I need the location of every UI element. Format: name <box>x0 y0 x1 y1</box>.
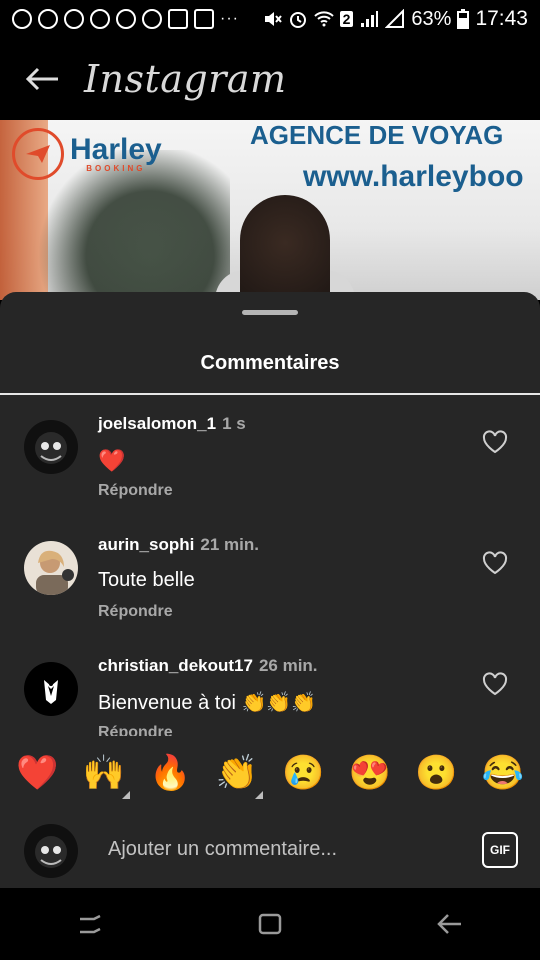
system-nav-bar <box>0 888 540 960</box>
comment-text: ❤️ <box>98 448 126 473</box>
emoji-clap-button[interactable]: 👏 <box>215 753 263 799</box>
laughing-emoji: 😂 <box>481 754 524 792</box>
comment-time: 26 min. <box>258 656 318 675</box>
whatsapp-icon <box>38 9 58 29</box>
harley-logo: Harley BOOKING <box>12 128 162 180</box>
list-item: joelsalomon_1 1 s ❤️ Répondre <box>0 396 540 516</box>
post-image: Harley BOOKING AGENCE DE VOYAG www.harle… <box>0 120 540 300</box>
avatar <box>24 824 78 878</box>
list-item: christian_dekout17 26 min. Bienvenue à to… <box>0 638 540 736</box>
whatsapp-icon <box>116 9 136 29</box>
clap-emoji: 👏 <box>215 754 258 792</box>
person-graphic <box>240 195 330 300</box>
back-icon <box>437 914 461 934</box>
home-icon <box>258 913 282 935</box>
notification-icons: ··· <box>12 9 239 29</box>
brand-name: Harley <box>70 133 162 166</box>
comment-time: 1 s <box>222 414 246 433</box>
comment-input[interactable]: Ajouter un commentaire... <box>108 838 337 861</box>
whatsapp-icon <box>64 9 84 29</box>
emoji-heart-button[interactable]: ❤️ <box>16 753 59 793</box>
sheet-title: Commentaires <box>200 352 340 374</box>
brand-sub: BOOKING <box>86 164 146 173</box>
whatsapp-icon <box>12 9 32 29</box>
reply-button[interactable]: Répondre <box>98 482 173 500</box>
comments-list[interactable]: joelsalomon_1 1 s ❤️ Répondre aurin_sophi… <box>0 396 540 736</box>
username[interactable]: aurin_sophi <box>98 535 194 554</box>
emoji-heart-eyes-button[interactable]: 😍 <box>348 753 391 793</box>
battery-percent: 63% <box>411 7 452 30</box>
message-icon <box>168 9 188 29</box>
surprised-emoji: 😮 <box>415 754 458 792</box>
status-bar: ··· 2 63% 17:43 <box>0 0 540 38</box>
comment-input-bar: Ajouter un commentaire... GIF <box>0 812 540 888</box>
comment-author[interactable]: joelsalomon_1 1 s <box>98 414 246 434</box>
list-item: aurin_sophi 21 min. Toute belle Répondre <box>0 517 540 637</box>
raised-hands-emoji: 🙌 <box>82 754 125 792</box>
plane-badge-icon <box>12 128 64 180</box>
banner-url: www.harleyboo <box>303 160 524 193</box>
avatar[interactable] <box>24 662 78 716</box>
message-icon <box>194 9 214 29</box>
sim-badge: 2 <box>339 11 354 27</box>
back-nav-button[interactable] <box>430 904 470 944</box>
skin-tone-indicator-icon <box>121 791 130 799</box>
more-notifications-icon: ··· <box>220 10 239 27</box>
like-heart-icon[interactable] <box>482 551 508 575</box>
harley-brand: Harley BOOKING <box>70 135 162 173</box>
like-heart-icon[interactable] <box>482 430 508 454</box>
reply-button[interactable]: Répondre <box>98 603 173 621</box>
alarm-icon <box>289 12 306 28</box>
battery-icon <box>457 9 470 29</box>
crying-emoji: 😢 <box>282 754 325 792</box>
username[interactable]: christian_dekout17 <box>98 656 253 675</box>
wifi-icon <box>313 11 334 27</box>
comment-text: Toute belle <box>98 569 195 591</box>
recents-button[interactable] <box>70 904 110 944</box>
fire-emoji: 🔥 <box>149 754 192 792</box>
whatsapp-icon <box>142 9 162 29</box>
heart-emoji: ❤️ <box>16 754 59 792</box>
heart-eyes-emoji: 😍 <box>348 754 391 792</box>
like-heart-icon[interactable] <box>482 672 508 696</box>
avatar[interactable] <box>24 420 78 474</box>
emoji-laughing-button[interactable]: 😂 <box>481 753 524 793</box>
signal-icon <box>361 11 379 27</box>
emoji-crying-button[interactable]: 😢 <box>282 753 325 793</box>
clock: 17:43 <box>475 7 528 30</box>
whatsapp-icon <box>90 9 110 29</box>
emoji-raised-hands-button[interactable]: 🙌 <box>82 753 130 799</box>
divider <box>0 393 540 395</box>
emoji-fire-button[interactable]: 🔥 <box>149 753 192 793</box>
comment-time: 21 min. <box>200 535 259 554</box>
comment-author[interactable]: aurin_sophi 21 min. <box>98 535 259 555</box>
recents-icon <box>80 914 101 934</box>
gif-button[interactable]: GIF <box>482 832 518 868</box>
reply-button[interactable]: Répondre <box>98 724 173 736</box>
emoji-surprised-button[interactable]: 😮 <box>415 753 458 793</box>
avatar[interactable] <box>24 541 78 595</box>
signal-icon <box>385 9 405 28</box>
app-header: Instagram <box>0 38 540 120</box>
home-button[interactable] <box>250 904 290 944</box>
drag-handle[interactable] <box>242 310 298 315</box>
mute-icon <box>264 12 282 26</box>
instagram-logo: Instagram <box>84 57 287 101</box>
back-arrow-icon <box>25 67 58 91</box>
gif-label: GIF <box>490 843 510 857</box>
banner-tagline: AGENCE DE VOYAG <box>250 120 504 150</box>
skin-tone-indicator-icon <box>254 791 263 799</box>
back-button[interactable] <box>0 38 84 120</box>
emoji-quick-bar: ❤️ 🙌 🔥 👏 😢 😍 😮 😂 <box>0 738 540 808</box>
comment-text: Bienvenue à toi 👏👏👏 <box>98 692 317 714</box>
system-status: 2 63% 17:43 <box>262 7 528 31</box>
username[interactable]: joelsalomon_1 <box>98 414 216 433</box>
comment-author[interactable]: christian_dekout17 26 min. <box>98 656 318 676</box>
